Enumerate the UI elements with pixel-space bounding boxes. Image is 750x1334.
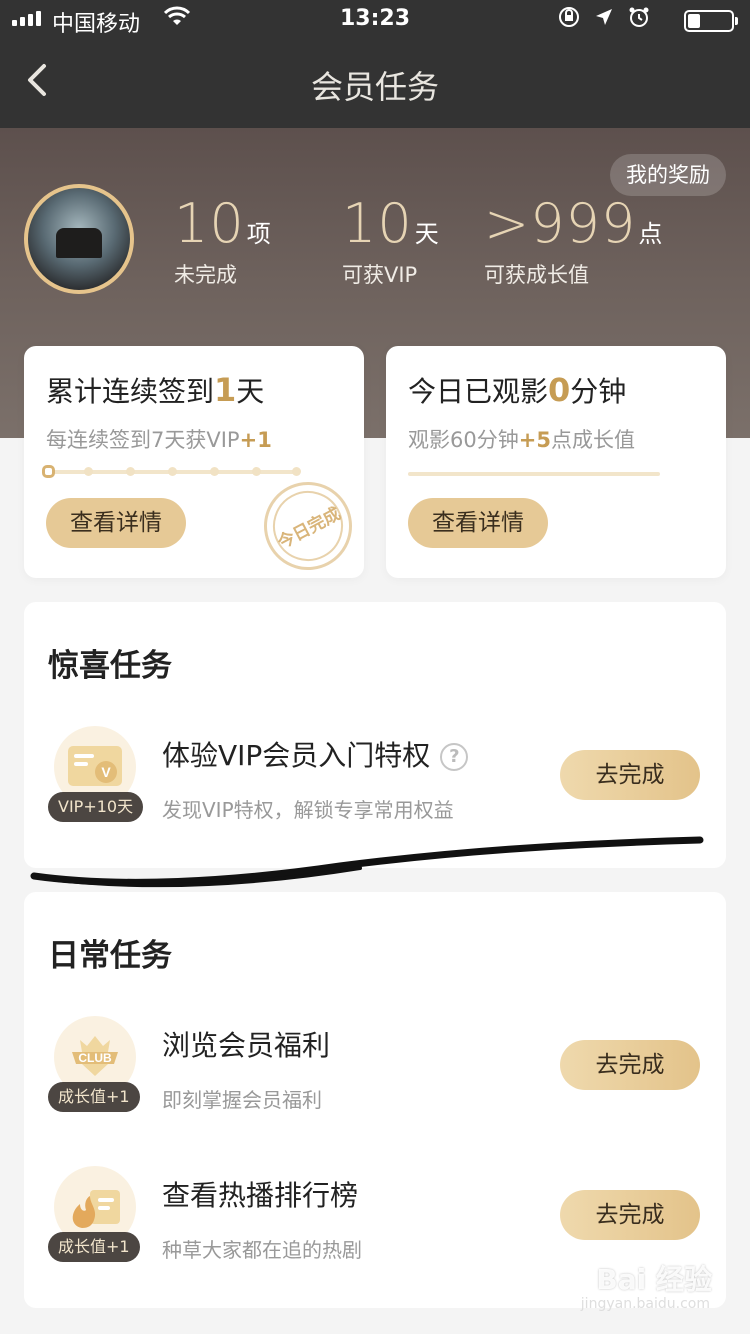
watch-subtitle: 观影60分钟+5点成长值 [408, 424, 635, 454]
avatar[interactable] [24, 184, 134, 294]
task-desc: 发现VIP特权，解锁专享常用权益 [162, 798, 454, 822]
watch-card: 今日已观影0分钟 观影60分钟+5点成长值 查看详情 [386, 346, 726, 578]
reward-badge: VIP+10天 [48, 792, 144, 822]
stat-label: 可获成长值 [484, 263, 589, 287]
completed-stamp: 今日完成 [248, 466, 368, 586]
checkin-card: 累计连续签到1天 每连续签到7天获VIP+1 查看详情 今日完成 [24, 346, 368, 586]
stat-label: 可获VIP [342, 263, 418, 287]
stat-incomplete: 10项 未完成 [174, 192, 271, 289]
watch-subtitle-text: 观影60分钟 [408, 428, 519, 452]
checkin-subtitle: 每连续签到7天获VIP+1 [46, 424, 272, 454]
stat-unit: 项 [246, 220, 271, 248]
my-rewards-button[interactable]: 我的奖励 [610, 154, 726, 196]
progress-dot [42, 465, 55, 478]
watch-title: 今日已观影0分钟 [408, 370, 626, 410]
progress-dot [210, 467, 219, 476]
stat-growth: >999点 可获成长值 [484, 192, 662, 289]
progress-dot [84, 467, 93, 476]
task-name: 体验VIP会员入门特权? [162, 734, 469, 774]
task-name-text: 体验VIP会员入门特权 [162, 739, 431, 772]
checkin-subtitle-text: 每连续签到7天获VIP [46, 428, 240, 452]
watch-progress [408, 472, 660, 476]
checkin-title: 累计连续签到1天 [46, 370, 264, 410]
task-desc: 种草大家都在追的热剧 [162, 1238, 362, 1262]
task-name: 查看热播排行榜 [162, 1179, 359, 1212]
help-icon[interactable]: ? [440, 743, 469, 771]
checkin-days: 1 [214, 371, 237, 409]
stat-unit: 点 [638, 220, 663, 248]
svg-text:V: V [101, 764, 111, 780]
battery-icon [684, 10, 738, 32]
watermark-url: jingyan.baidu.com [580, 1296, 710, 1312]
go-complete-button[interactable]: 去完成 [560, 750, 700, 800]
go-complete-button[interactable]: 去完成 [560, 1040, 700, 1090]
task-item: CLUB 成长值+1 浏览会员福利 即刻掌握会员福利 去完成 [24, 1016, 726, 1126]
task-desc: 即刻掌握会员福利 [162, 1088, 322, 1112]
watch-bonus: +5 [518, 428, 551, 452]
progress-dot [126, 467, 135, 476]
checkin-detail-button[interactable]: 查看详情 [46, 498, 186, 548]
reward-badge: 成长值+1 [48, 1082, 140, 1112]
section-title: 日常任务 [48, 938, 172, 974]
watch-detail-button[interactable]: 查看详情 [408, 498, 548, 548]
section-title: 惊喜任务 [48, 648, 172, 684]
watch-subtitle-unit: 点成长值 [550, 428, 635, 452]
checkin-title-text: 累计连续签到 [46, 375, 215, 408]
progress-dot [168, 467, 177, 476]
baidu-watermark: Bai 经验 [596, 1263, 712, 1296]
watch-title-unit: 分钟 [570, 375, 627, 408]
progress-dot [292, 467, 301, 476]
checkin-bonus: +1 [239, 428, 272, 452]
progress-dot [252, 467, 261, 476]
task-name: 浏览会员福利 [162, 1029, 331, 1062]
watch-title-text: 今日已观影 [408, 375, 549, 408]
stat-label: 未完成 [174, 263, 237, 287]
rotation-lock-icon [558, 6, 580, 33]
stat-unit: 天 [414, 220, 439, 248]
go-complete-button[interactable]: 去完成 [560, 1190, 700, 1240]
club-text: CLUB [78, 1051, 112, 1065]
status-icons [558, 6, 650, 33]
page-title: 会员任务 [310, 68, 439, 106]
checkin-title-unit: 天 [236, 375, 265, 408]
checkin-progress [42, 465, 301, 478]
task-item: V VIP+10天 体验VIP会员入门特权? 发现VIP特权，解锁专享常用权益 … [24, 726, 726, 836]
stat-vip-days: 10天 可获VIP [342, 192, 439, 289]
top-bar: 中国移动 13:23 会员任务 [0, 0, 750, 128]
stat-value: 10 [174, 192, 245, 255]
status-bar: 中国移动 13:23 [0, 0, 750, 40]
watch-minutes: 0 [548, 371, 571, 409]
location-icon [594, 6, 614, 33]
alarm-icon [628, 6, 650, 33]
reward-badge: 成长值+1 [48, 1232, 140, 1262]
stat-value: 10 [342, 192, 413, 255]
stat-value: >999 [484, 192, 637, 255]
daily-tasks-section: 日常任务 CLUB 成长值+1 浏览会员福利 即刻掌握会员福利 去完成 成长值+… [24, 892, 726, 1308]
surprise-tasks-section: 惊喜任务 V VIP+10天 体验VIP会员入门特权? 发现VIP特权，解锁专享… [24, 602, 726, 868]
